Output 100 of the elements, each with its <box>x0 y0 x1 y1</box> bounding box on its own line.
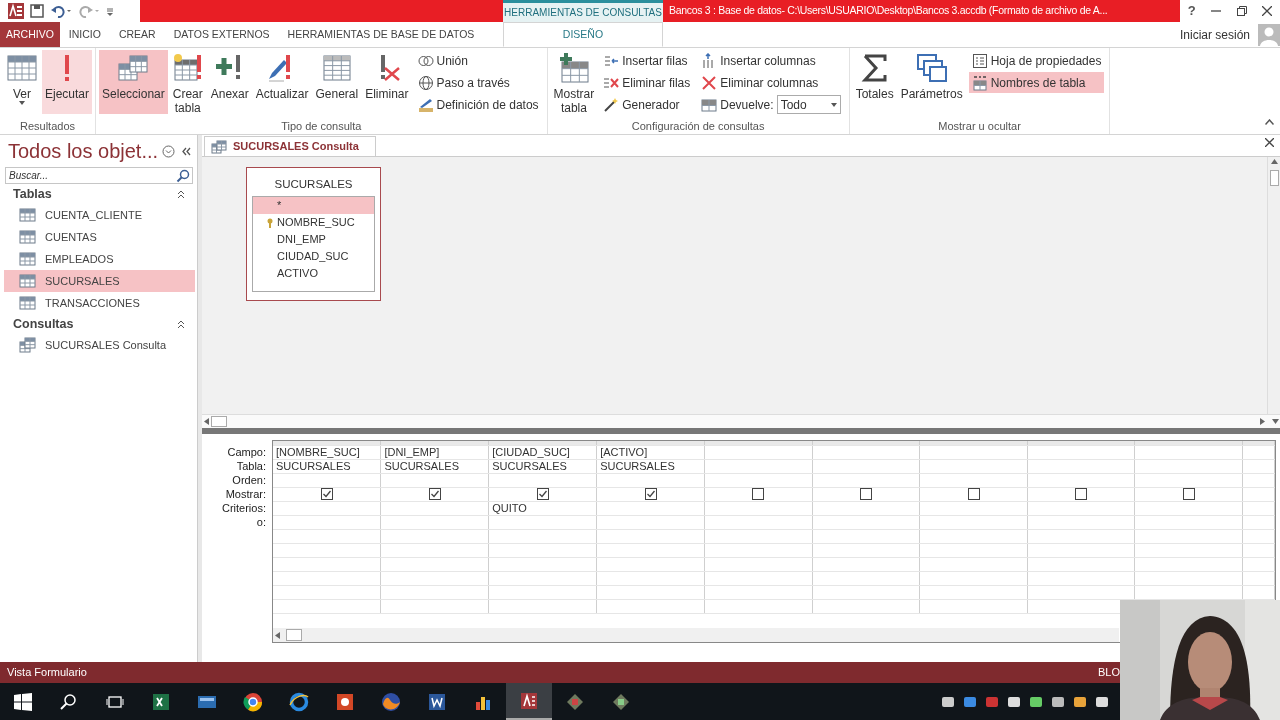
property-sheet-icon <box>971 52 988 69</box>
windows-logo-icon <box>13 691 33 712</box>
grid-icon <box>320 52 353 84</box>
ribbon-tab[interactable]: ARCHIVO <box>0 22 60 47</box>
grid-cell[interactable]: SUCURSALES <box>276 459 351 472</box>
undo-icon <box>50 4 72 18</box>
grid-cell[interactable]: [ACTIVO] <box>600 445 648 458</box>
dropdown-icon <box>162 144 175 158</box>
ribbon-button[interactable]: Insertar filas <box>600 50 694 71</box>
ribbon-button[interactable]: Totales <box>852 50 897 114</box>
key-icon <box>267 217 273 228</box>
scrollbar[interactable] <box>273 628 1119 642</box>
status-indicator: BLO <box>1098 665 1120 681</box>
checkbox[interactable] <box>536 488 549 500</box>
redo-icon <box>78 4 100 18</box>
ribbon-button[interactable]: Definición de datos <box>414 94 542 115</box>
ribbon-button[interactable]: Eliminar <box>362 50 412 114</box>
close-icon <box>1262 6 1273 16</box>
grid-cell[interactable]: SUCURSALES <box>600 459 675 472</box>
ribbon-button[interactable]: Generador <box>600 94 694 115</box>
grid-cell[interactable]: SUCURSALES <box>384 459 459 472</box>
grid-cell[interactable]: [CIUDAD_SUC] <box>492 445 570 458</box>
checkbox[interactable] <box>752 488 765 500</box>
ribbon-button[interactable]: Anexar <box>207 50 252 114</box>
globe-icon <box>417 74 434 91</box>
checkbox[interactable] <box>1182 488 1195 500</box>
grid-cell[interactable]: [NOMBRE_SUC] <box>276 445 360 458</box>
ribbon-button[interactable]: Unión <box>414 50 542 71</box>
ribbon-tab[interactable]: DATOS EXTERNOS <box>164 22 279 47</box>
row-label: Campo: <box>227 446 266 458</box>
nav-item[interactable]: SUCURSALES Consulta <box>4 334 195 356</box>
table-icon <box>19 207 36 223</box>
nav-item[interactable]: CUENTA_CLIENTE <box>4 204 195 226</box>
returns-dropdown[interactable]: Todo <box>776 95 841 114</box>
ribbon-button[interactable]: Insertar columnas <box>698 50 844 71</box>
returns-icon <box>701 96 718 113</box>
scrollbar[interactable] <box>1267 157 1280 414</box>
checkbox[interactable] <box>859 488 872 500</box>
grid-cell[interactable]: SUCURSALES <box>492 459 567 472</box>
help-button[interactable]: ? <box>1187 1 1196 21</box>
ribbon-button[interactable]: Hoja de propiedades <box>968 50 1105 71</box>
ribbon-tab[interactable]: INICIO <box>59 22 110 47</box>
contextual-tab-header: HERRAMIENTAS DE CONSULTAS <box>503 0 663 22</box>
ribbon-button[interactable]: Eliminar filas <box>600 72 694 93</box>
ribbon-button[interactable]: Parámetros <box>897 50 966 114</box>
collapse-icon <box>177 319 185 329</box>
ribbon-tab[interactable]: CREAR <box>109 22 165 47</box>
nav-item[interactable]: CUENTAS <box>4 226 195 248</box>
checkbox[interactable] <box>967 488 980 500</box>
datasheet-icon <box>6 52 38 84</box>
save-icon <box>30 4 44 18</box>
nav-item[interactable]: SUCURSALES <box>4 270 195 292</box>
ribbon-button[interactable]: Nombres de tabla <box>968 72 1105 93</box>
field-item[interactable]: ACTIVO <box>253 265 374 282</box>
field-item[interactable]: CIUDAD_SUC <box>253 248 374 265</box>
taskbar-icon[interactable] <box>506 683 552 720</box>
group-header[interactable]: Consultas <box>13 314 74 334</box>
ribbon-button[interactable]: Ejecutar <box>42 50 93 114</box>
query-icon <box>19 337 36 353</box>
ribbon-button[interactable]: Ver <box>3 50 41 114</box>
scroll-thumb[interactable] <box>1269 170 1279 186</box>
field-list[interactable]: SUCURSALES * NOMBRE_SUC DNI_EMP CIUDAD_SUC ACTIVO <box>246 167 381 301</box>
scroll-down-icon <box>1271 417 1280 426</box>
ribbon-tab[interactable]: DISEÑO <box>503 22 663 47</box>
spreadsheet-icon <box>151 691 171 712</box>
scrollbar[interactable] <box>202 414 1280 428</box>
ribbon-button[interactable]: Eliminar columnas <box>698 72 844 93</box>
checkbox[interactable] <box>644 488 657 500</box>
row-label: Criterios: <box>222 502 266 514</box>
grid-cell[interactable]: [DNI_EMP] <box>384 445 440 458</box>
document-tab[interactable]: SUCURSALES Consulta <box>204 136 376 156</box>
scroll-thumb[interactable] <box>286 629 302 641</box>
collapse-icon <box>1265 118 1274 125</box>
ribbon-button[interactable]: Paso a través <box>414 72 542 93</box>
nav-item[interactable]: TRANSACCIONES <box>4 292 195 314</box>
group-header[interactable]: Tablas <box>13 184 52 204</box>
ribbon-button[interactable]: Mostrar tabla <box>550 50 598 114</box>
ribbon-tab[interactable]: HERRAMIENTAS DE BASE DE DATOS <box>278 22 484 47</box>
pane-title[interactable]: Todos los objet... <box>8 136 159 166</box>
grid-cell[interactable]: QUITO <box>492 501 527 514</box>
field-item[interactable]: DNI_EMP <box>253 231 374 248</box>
browser-icon <box>243 691 263 712</box>
checkbox[interactable] <box>428 488 441 500</box>
delete-columns-icon <box>701 74 718 91</box>
row-label: Tabla: <box>236 460 266 472</box>
new-table-icon <box>171 52 204 84</box>
checkbox[interactable] <box>320 488 333 500</box>
ribbon-button[interactable]: General <box>312 50 362 114</box>
scroll-thumb[interactable] <box>211 416 227 427</box>
ribbon-button[interactable]: Seleccionar <box>99 50 168 114</box>
database-app-icon <box>519 690 539 711</box>
sign-in-link[interactable]: Iniciar sesión <box>1179 25 1250 44</box>
group-label: Resultados <box>19 119 77 134</box>
ribbon-button[interactable]: Crear tabla <box>168 50 207 114</box>
nav-item[interactable]: EMPLEADOS <box>4 248 195 270</box>
checkbox[interactable] <box>1075 488 1088 500</box>
field-item[interactable]: NOMBRE_SUC <box>253 214 374 231</box>
field-item[interactable]: * <box>253 197 374 214</box>
document-icon <box>427 691 447 712</box>
ribbon-button[interactable]: Actualizar <box>252 50 312 114</box>
